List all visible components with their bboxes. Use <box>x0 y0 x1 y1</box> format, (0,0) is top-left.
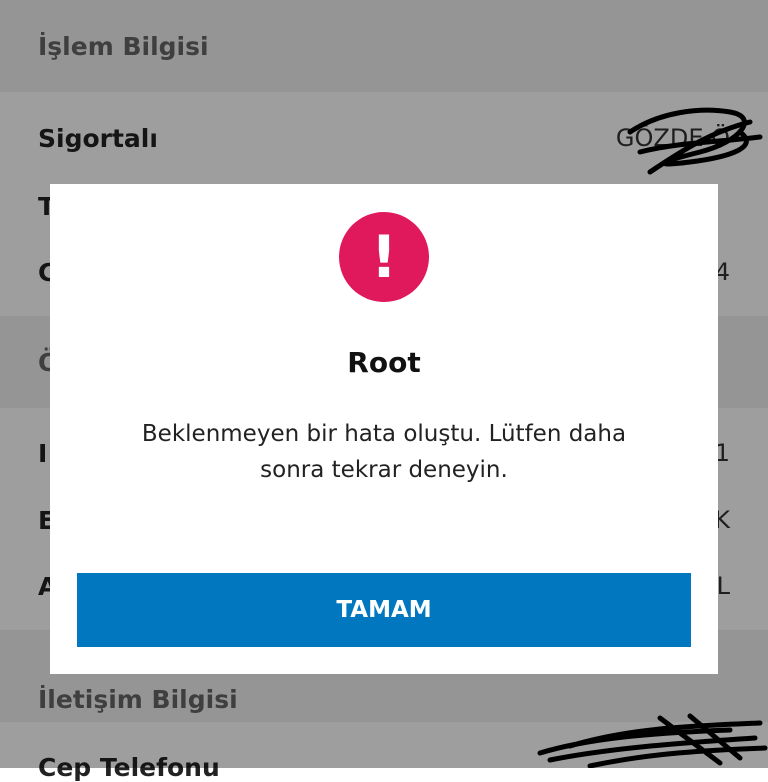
exclamation-icon: ! <box>339 212 429 302</box>
ok-button[interactable]: TAMAM <box>77 573 691 647</box>
exclamation-glyph: ! <box>370 223 398 291</box>
error-dialog: ! Root Beklenmeyen bir hata oluştu. Lütf… <box>50 184 718 674</box>
dialog-title: Root <box>347 346 421 379</box>
dialog-message: Beklenmeyen bir hata oluştu. Lütfen daha… <box>141 421 627 483</box>
